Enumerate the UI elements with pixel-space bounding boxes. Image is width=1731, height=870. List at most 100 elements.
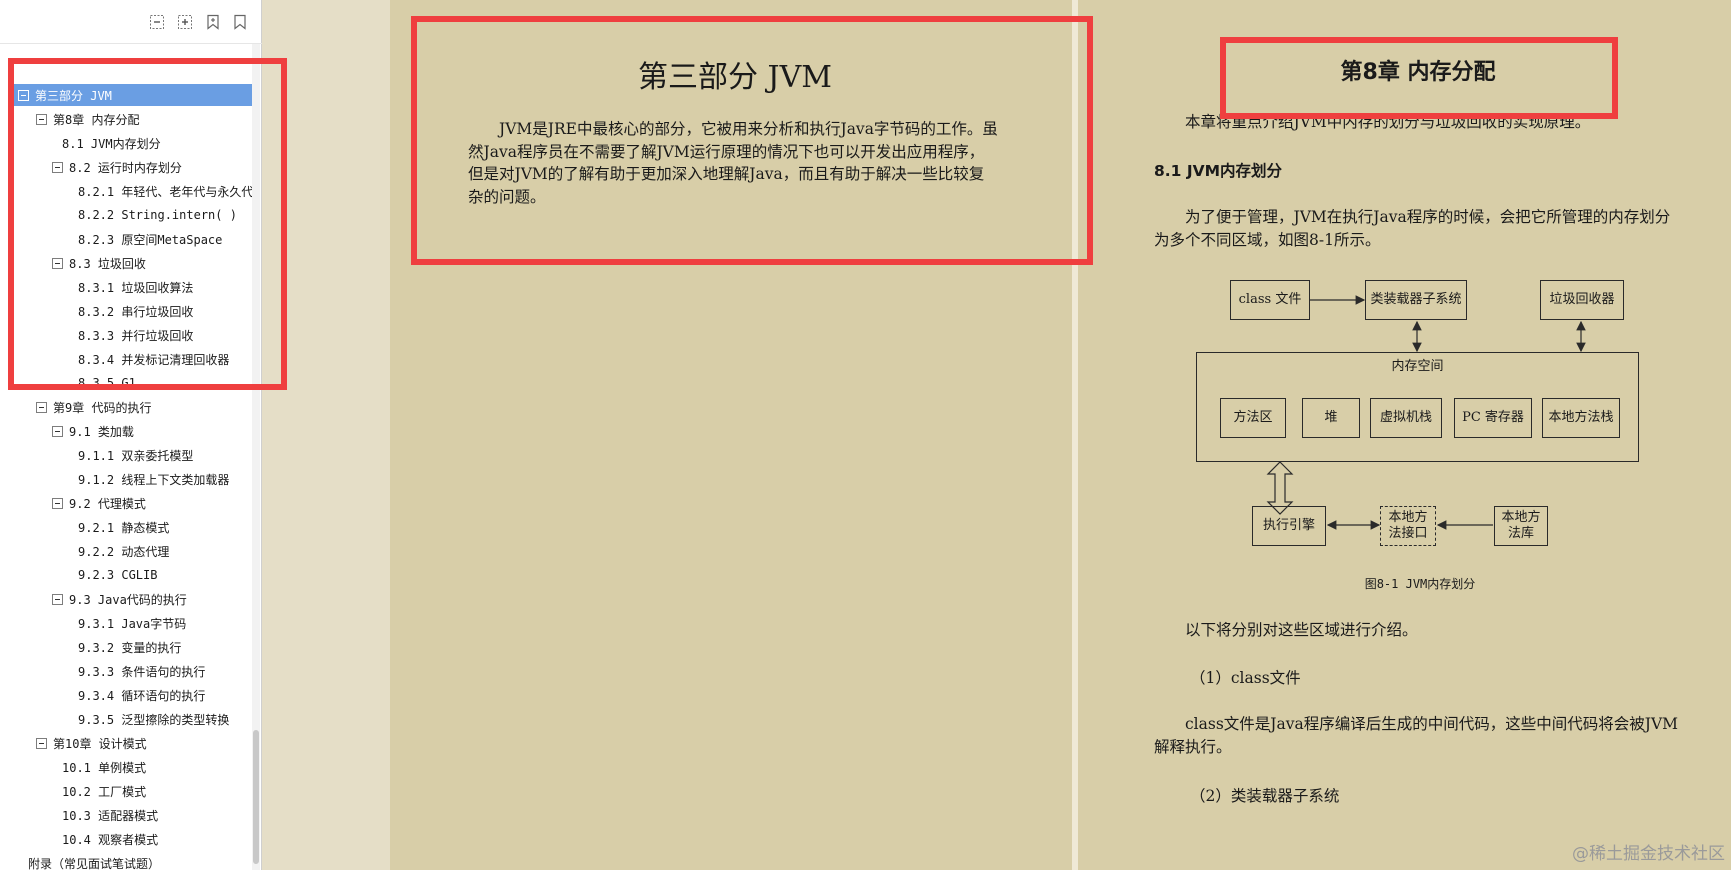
collapse-toggle-icon[interactable]	[36, 737, 47, 749]
outline-item-label: 8.2 运行时内存划分	[69, 160, 182, 175]
viewer-background	[262, 0, 390, 870]
vm-stack-box: 虚拟机栈	[1370, 398, 1442, 438]
outline-item[interactable]: 10.1 单例模式	[0, 756, 252, 778]
outline-item-label: 9.2.2 动态代理	[78, 544, 170, 559]
exec-engine-box: 执行引擎	[1252, 506, 1326, 546]
outline-item[interactable]: 9.1.1 双亲委托模型	[0, 444, 252, 466]
outline-item[interactable]: 8.3.3 并行垃圾回收	[0, 324, 252, 346]
collapse-all-icon[interactable]	[148, 13, 166, 31]
outline-item-label: 8.3 垃圾回收	[69, 256, 146, 271]
outline-item-label: 9.3 Java代码的执行	[69, 592, 187, 607]
outline-item-label: 9.2 代理模式	[69, 496, 146, 511]
outline-item-label: 第8章 内存分配	[53, 112, 140, 127]
method-area-box: 方法区	[1220, 398, 1286, 438]
watermark: @稀土掘金技术社区	[1572, 844, 1725, 864]
part-title: 第三部分 JVM	[638, 60, 832, 95]
collapse-toggle-icon[interactable]	[52, 593, 63, 605]
collapse-toggle-icon[interactable]	[52, 425, 63, 437]
chapter-title: 第8章 内存分配	[1340, 60, 1496, 85]
collapse-toggle-icon[interactable]	[52, 497, 63, 509]
outline-scrollbar[interactable]	[252, 44, 260, 870]
outline-item[interactable]: 第9章 代码的执行	[0, 396, 252, 418]
outline-item[interactable]: 8.2.2 String.intern( )	[0, 204, 252, 226]
outline-item[interactable]: 8.2.1 年轻代、老年代与永久代	[0, 180, 252, 202]
outline-item-label: 9.3.1 Java字节码	[78, 616, 187, 631]
subsection-heading: （1）class文件	[1190, 669, 1301, 687]
bookmark-icon[interactable]	[231, 13, 249, 31]
jvm-memory-diagram: class 文件 类装载器子系统 垃圾回收器 内存空间 方法区 堆 虚拟机栈 P…	[1190, 272, 1650, 572]
outline-item[interactable]: 8.3.2 串行垃圾回收	[0, 300, 252, 322]
native-stack-box: 本地方法栈	[1542, 398, 1620, 438]
outline-item[interactable]: 9.3.4 循环语句的执行	[0, 684, 252, 706]
outline-tree: 第三部分 JVM 第8章 内存分配 8.1 JVM内存划分 8.2 运行时内存划分 8.…	[0, 44, 252, 870]
outline-item[interactable]: 8.3.1 垃圾回收算法	[0, 276, 252, 298]
outline-item[interactable]: 9.2.3 CGLIB	[0, 564, 252, 586]
pc-register-box: PC 寄存器	[1454, 398, 1532, 438]
native-interface-box: 本地方 法接口	[1380, 506, 1436, 546]
outline-item[interactable]: 9.1.2 线程上下文类加载器	[0, 468, 252, 490]
outline-item[interactable]: 8.2.3 原空间MetaSpace	[0, 228, 252, 250]
outline-item[interactable]: 第10章 设计模式	[0, 732, 252, 754]
outline-item[interactable]: 9.2.2 动态代理	[0, 540, 252, 562]
chapter-intro-text: 本章将重点介绍JVM中内存的划分与垃圾回收的实现原理。	[1185, 113, 1591, 131]
outline-toolbar	[0, 0, 262, 44]
outline-item[interactable]: 9.1 类加载	[0, 420, 252, 442]
outline-item[interactable]: 9.3.3 条件语句的执行	[0, 660, 252, 682]
add-bookmark-icon[interactable]	[204, 13, 222, 31]
outline-item[interactable]: 第8章 内存分配	[0, 108, 252, 130]
outline-item[interactable]: 8.3.4 并发标记清理回收器	[0, 348, 252, 370]
native-lib-box: 本地方 法库	[1494, 506, 1548, 546]
outline-item[interactable]: 8.2 运行时内存划分	[0, 156, 252, 178]
outline-item[interactable]: 10.2 工厂模式	[0, 780, 252, 802]
figure-caption: 图8-1 JVM内存划分	[1364, 577, 1476, 591]
outline-item[interactable]: 9.3.1 Java字节码	[0, 612, 252, 634]
outline-item-label: 8.3.1 垃圾回收算法	[78, 280, 194, 295]
outline-item[interactable]: 8.1 JVM内存划分	[0, 132, 252, 154]
outline-panel: 第三部分 JVM 第8章 内存分配 8.1 JVM内存划分 8.2 运行时内存划分 8.…	[0, 0, 262, 870]
outline-item-label: 10.4 观察者模式	[62, 832, 159, 847]
outline-item-label: 9.2.3 CGLIB	[78, 568, 158, 582]
outline-item-label: 9.3.2 变量的执行	[78, 640, 182, 655]
collapse-toggle-icon[interactable]	[18, 89, 29, 101]
outline-item-label: 10.2 工厂模式	[62, 784, 147, 799]
scrollbar-thumb[interactable]	[253, 730, 259, 864]
outline-item-label: 第三部分 JVM	[35, 88, 112, 103]
outline-item-label: 9.3.5 泛型擦除的类型转换	[78, 712, 230, 727]
section-heading: 8.1 JVM内存划分	[1154, 162, 1283, 180]
outline-item-label: 8.2.2 String.intern( )	[78, 208, 237, 222]
outline-item-label: 8.1 JVM内存划分	[62, 136, 161, 151]
outline-item-label: 第10章 设计模式	[53, 736, 147, 751]
outline-item-label: 9.2.1 静态模式	[78, 520, 170, 535]
outline-item[interactable]: 9.3.2 变量的执行	[0, 636, 252, 658]
memory-space-label: 内存空间	[1391, 359, 1444, 374]
outline-item-label: 9.1 类加载	[69, 424, 134, 439]
outline-item[interactable]: 8.3 垃圾回收	[0, 252, 252, 274]
outline-item[interactable]: 附录（常见面试笔试题）	[0, 852, 252, 870]
outline-item-label: 9.1.2 线程上下文类加载器	[78, 472, 230, 487]
collapse-toggle-icon[interactable]	[52, 257, 63, 269]
outline-item-label: 8.2.1 年轻代、老年代与永久代	[78, 184, 252, 199]
outline-item[interactable]: 8.3.5 G1	[0, 372, 252, 394]
outline-item[interactable]: 10.4 观察者模式	[0, 828, 252, 850]
part-intro-text: JVM是JRE中最核心的部分，它被用来分析和执行Java字节码的工作。虽然Jav…	[468, 120, 998, 206]
expand-all-icon[interactable]	[176, 13, 194, 31]
paragraph: 为了便于管理，JVM在执行Java程序的时候，会把它所管理的内存划分为多个不同区…	[1154, 208, 1671, 249]
heap-box: 堆	[1302, 398, 1360, 438]
outline-item-label: 8.3.3 并行垃圾回收	[78, 328, 194, 343]
outline-item[interactable]: 9.3 Java代码的执行	[0, 588, 252, 610]
outline-item-label: 10.1 单例模式	[62, 760, 147, 775]
subsection-heading: （2）类装载器子系统	[1190, 787, 1340, 805]
outline-item-label: 9.1.1 双亲委托模型	[78, 448, 194, 463]
outline-item-label: 10.3 适配器模式	[62, 808, 159, 823]
outline-item[interactable]: 9.3.5 泛型擦除的类型转换	[0, 708, 252, 730]
outline-item[interactable]: 9.2.1 静态模式	[0, 516, 252, 538]
collapse-toggle-icon[interactable]	[52, 161, 63, 173]
outline-item[interactable]: 第三部分 JVM	[14, 84, 252, 106]
collapse-toggle-icon[interactable]	[36, 401, 47, 413]
collapse-toggle-icon[interactable]	[36, 113, 47, 125]
paragraph: 以下将分别对这些区域进行介绍。	[1185, 621, 1418, 639]
class-file-box: class 文件	[1230, 280, 1310, 320]
outline-item[interactable]: 9.2 代理模式	[0, 492, 252, 514]
outline-item[interactable]: 10.3 适配器模式	[0, 804, 252, 826]
gc-box: 垃圾回收器	[1540, 280, 1624, 320]
